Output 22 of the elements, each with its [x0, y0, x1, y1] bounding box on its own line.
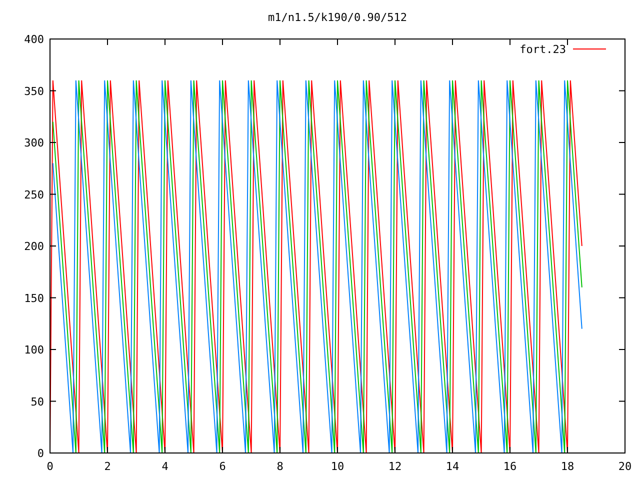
tick-label: 250 [24, 188, 44, 202]
tick-label: 0 [46, 460, 54, 473]
tick-label: 200 [24, 240, 44, 253]
tick-label: 10 [330, 460, 344, 473]
tick-label: 14 [446, 460, 460, 473]
chart-title: m1/n1.5/k190/0.90/512 [268, 11, 408, 24]
tick-label: 150 [24, 292, 44, 305]
tick-label: 12 [388, 460, 402, 473]
tick-label: 16 [503, 460, 517, 473]
legend-label: fort.23 [520, 43, 566, 56]
tick-label: 18 [560, 460, 574, 473]
tick-label: 4 [162, 460, 168, 473]
tick-label: 50 [30, 395, 44, 408]
tick-label: 100 [24, 344, 44, 356]
tick-label: 6 [219, 460, 226, 473]
tick-label: 2 [104, 460, 111, 473]
tick-label: 300 [24, 136, 44, 150]
tick-label: 400 [24, 33, 44, 46]
tick-label: 350 [24, 84, 44, 98]
tick-label: 0 [37, 447, 44, 460]
tick-label: 8 [276, 460, 284, 473]
tick-label: 20 [618, 460, 632, 473]
